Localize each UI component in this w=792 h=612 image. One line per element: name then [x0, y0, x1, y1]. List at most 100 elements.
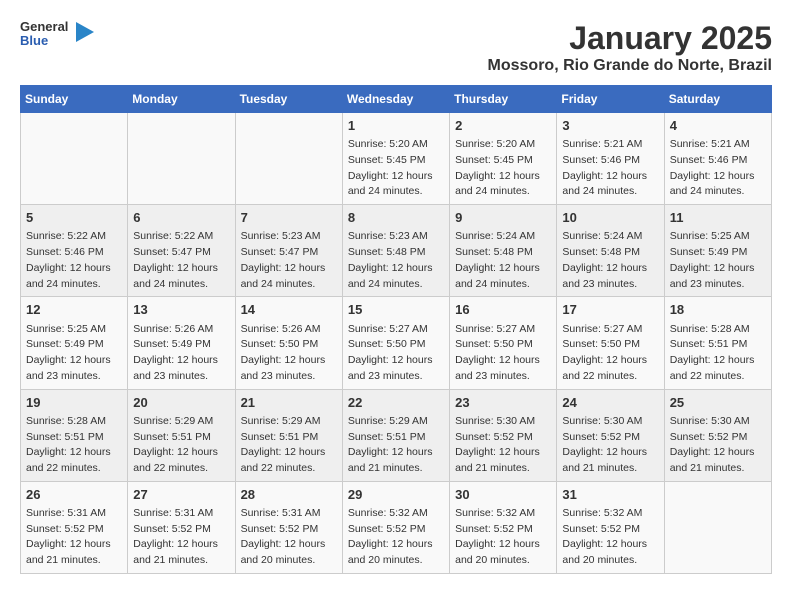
day-number: 18	[670, 301, 766, 319]
sunrise-text: Sunrise: 5:21 AM	[562, 138, 642, 150]
calendar-cell: 27Sunrise: 5:31 AMSunset: 5:52 PMDayligh…	[128, 481, 235, 573]
sunset-text: Sunset: 5:48 PM	[455, 246, 533, 258]
calendar-cell: 30Sunrise: 5:32 AMSunset: 5:52 PMDayligh…	[450, 481, 557, 573]
calendar-week-row: 12 Sunrise: 5:25 AMSunset: 5:49 PMDayligh…	[21, 297, 772, 389]
calendar-cell: 13Sunrise: 5:26 AMSunset: 5:49 PMDayligh…	[128, 297, 235, 389]
sunset-text: Sunset: 5:52 PM	[241, 523, 319, 535]
cell-content: Sunrise: 5:32 AMSunset: 5:52 PMDaylight:…	[455, 506, 551, 569]
cell-content: Sunrise: 5:22 AMSunset: 5:47 PMDaylight:…	[133, 229, 229, 292]
sunrise-text: Sunrise: 5:28 AM	[26, 415, 106, 427]
calendar-cell: 6Sunrise: 5:22 AMSunset: 5:47 PMDaylight…	[128, 205, 235, 297]
cell-content: Sunrise: 5:24 AMSunset: 5:48 PMDaylight:…	[455, 229, 551, 292]
day-number: 28	[241, 486, 337, 504]
day-of-week-header: Friday	[557, 86, 664, 113]
day-of-week-header: Tuesday	[235, 86, 342, 113]
day-of-week-header: Thursday	[450, 86, 557, 113]
day-of-week-header: Wednesday	[342, 86, 449, 113]
day-number: 11	[670, 209, 766, 227]
calendar-cell: 10Sunrise: 5:24 AMSunset: 5:48 PMDayligh…	[557, 205, 664, 297]
daylight-text: Daylight: 12 hours and 22 minutes.	[241, 446, 326, 474]
calendar-cell	[128, 113, 235, 205]
day-number: 25	[670, 394, 766, 412]
day-number: 12	[26, 301, 122, 319]
cell-content: Sunrise: 5:30 AMSunset: 5:52 PMDaylight:…	[455, 414, 551, 477]
sunset-text: Sunset: 5:46 PM	[26, 246, 104, 258]
sunrise-text: Sunrise: 5:29 AM	[241, 415, 321, 427]
daylight-text: Daylight: 12 hours and 24 minutes.	[241, 262, 326, 290]
sunrise-text: Sunrise: 5:26 AM	[133, 323, 213, 335]
calendar-cell: 23Sunrise: 5:30 AMSunset: 5:52 PMDayligh…	[450, 389, 557, 481]
calendar-cell: 24Sunrise: 5:30 AMSunset: 5:52 PMDayligh…	[557, 389, 664, 481]
calendar-table: SundayMondayTuesdayWednesdayThursdayFrid…	[20, 85, 772, 574]
calendar-cell: 9Sunrise: 5:24 AMSunset: 5:48 PMDaylight…	[450, 205, 557, 297]
day-number: 15	[348, 301, 444, 319]
sunset-text: Sunset: 5:50 PM	[455, 338, 533, 350]
sunrise-text: Sunrise: 5:23 AM	[241, 230, 321, 242]
sunset-text: Sunset: 5:51 PM	[670, 338, 748, 350]
day-number: 17	[562, 301, 658, 319]
sunrise-text: Sunrise: 5:27 AM	[562, 323, 642, 335]
sunset-text: Sunset: 5:49 PM	[26, 338, 104, 350]
daylight-text: Daylight: 12 hours and 23 minutes.	[455, 354, 540, 382]
sunset-text: Sunset: 5:48 PM	[562, 246, 640, 258]
day-number: 9	[455, 209, 551, 227]
sunrise-text: Sunrise: 5:32 AM	[348, 507, 428, 519]
sunset-text: Sunset: 5:52 PM	[455, 523, 533, 535]
month-year-title: January 2025	[488, 20, 772, 57]
cell-content: Sunrise: 5:21 AMSunset: 5:46 PMDaylight:…	[562, 137, 658, 200]
sunrise-text: Sunrise: 5:30 AM	[562, 415, 642, 427]
calendar-week-row: 5Sunrise: 5:22 AMSunset: 5:46 PMDaylight…	[21, 205, 772, 297]
sunrise-text: Sunrise: 5:24 AM	[455, 230, 535, 242]
sunset-text: Sunset: 5:52 PM	[562, 523, 640, 535]
sunrise-text: Sunrise: 5:25 AM	[670, 230, 750, 242]
page-header: General Blue January 2025 Mossoro, Rio G…	[20, 20, 772, 75]
day-number: 21	[241, 394, 337, 412]
calendar-cell: 26Sunrise: 5:31 AMSunset: 5:52 PMDayligh…	[21, 481, 128, 573]
cell-content: Sunrise: 5:23 AMSunset: 5:47 PMDaylight:…	[241, 229, 337, 292]
cell-content: Sunrise: 5:25 AMSunset: 5:49 PMDaylight:…	[26, 322, 122, 385]
day-number: 19	[26, 394, 122, 412]
sunrise-text: Sunrise: 5:20 AM	[348, 138, 428, 150]
calendar-cell: 25 Sunrise: 5:30 AMSunset: 5:52 PMDayligh…	[664, 389, 771, 481]
calendar-cell: 8Sunrise: 5:23 AMSunset: 5:48 PMDaylight…	[342, 205, 449, 297]
day-number: 31	[562, 486, 658, 504]
sunrise-text: Sunrise: 5:27 AM	[348, 323, 428, 335]
cell-content: Sunrise: 5:21 AMSunset: 5:46 PMDaylight:…	[670, 137, 766, 200]
daylight-text: Daylight: 12 hours and 23 minutes.	[241, 354, 326, 382]
sunrise-text: Sunrise: 5:29 AM	[348, 415, 428, 427]
cell-content: Sunrise: 5:22 AMSunset: 5:46 PMDaylight:…	[26, 229, 122, 292]
daylight-text: Daylight: 12 hours and 23 minutes.	[670, 262, 755, 290]
sunrise-text: Sunrise: 5:21 AM	[670, 138, 750, 150]
sunset-text: Sunset: 5:52 PM	[562, 431, 640, 443]
cell-content: Sunrise: 5:31 AMSunset: 5:52 PMDaylight:…	[241, 506, 337, 569]
sunset-text: Sunset: 5:45 PM	[348, 154, 426, 166]
cell-content: Sunrise: 5:28 AMSunset: 5:51 PMDaylight:…	[670, 322, 766, 385]
day-number: 22	[348, 394, 444, 412]
sunset-text: Sunset: 5:50 PM	[241, 338, 319, 350]
day-number: 1	[348, 117, 444, 135]
calendar-cell: 15Sunrise: 5:27 AMSunset: 5:50 PMDayligh…	[342, 297, 449, 389]
calendar-cell: 2Sunrise: 5:20 AMSunset: 5:45 PMDaylight…	[450, 113, 557, 205]
daylight-text: Daylight: 12 hours and 23 minutes.	[348, 354, 433, 382]
daylight-text: Daylight: 12 hours and 24 minutes.	[562, 170, 647, 198]
day-number: 4	[670, 117, 766, 135]
calendar-cell: 3Sunrise: 5:21 AMSunset: 5:46 PMDaylight…	[557, 113, 664, 205]
sunset-text: Sunset: 5:51 PM	[133, 431, 211, 443]
calendar-cell: 21Sunrise: 5:29 AMSunset: 5:51 PMDayligh…	[235, 389, 342, 481]
calendar-cell: 20Sunrise: 5:29 AMSunset: 5:51 PMDayligh…	[128, 389, 235, 481]
sunrise-text: Sunrise: 5:32 AM	[562, 507, 642, 519]
daylight-text: Daylight: 12 hours and 21 minutes.	[133, 538, 218, 566]
sunset-text: Sunset: 5:51 PM	[26, 431, 104, 443]
sunrise-text: Sunrise: 5:32 AM	[455, 507, 535, 519]
calendar-cell: 18 Sunrise: 5:28 AMSunset: 5:51 PMDayligh…	[664, 297, 771, 389]
cell-content: Sunrise: 5:30 AMSunset: 5:52 PMDaylight:…	[670, 414, 766, 477]
sunset-text: Sunset: 5:52 PM	[26, 523, 104, 535]
sunset-text: Sunset: 5:45 PM	[455, 154, 533, 166]
sunrise-text: Sunrise: 5:31 AM	[241, 507, 321, 519]
calendar-week-row: 19 Sunrise: 5:28 AM Sunset: 5:51 PM Dayligh…	[21, 389, 772, 481]
cell-content: Sunrise: 5:26 AMSunset: 5:49 PMDaylight:…	[133, 322, 229, 385]
daylight-text: Daylight: 12 hours and 21 minutes.	[455, 446, 540, 474]
calendar-cell: 28Sunrise: 5:31 AMSunset: 5:52 PMDayligh…	[235, 481, 342, 573]
calendar-cell: 5Sunrise: 5:22 AMSunset: 5:46 PMDaylight…	[21, 205, 128, 297]
day-of-week-header: Saturday	[664, 86, 771, 113]
